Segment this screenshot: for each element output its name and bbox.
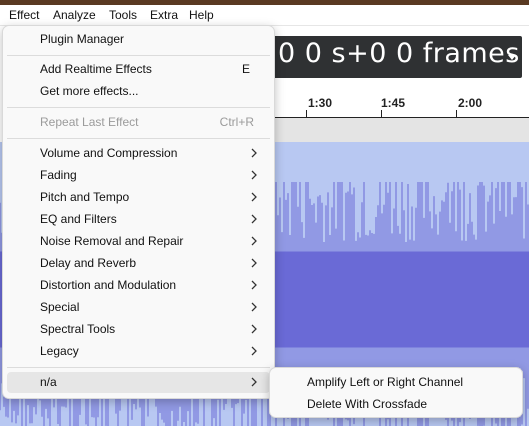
menu-separator [7,55,270,56]
menu-analyze[interactable]: Analyze [53,8,96,22]
menu-item-distortion-modulation[interactable]: Distortion and Modulation [7,275,270,296]
menu-item-fading[interactable]: Fading [7,165,270,186]
menu-item-label: Distortion and Modulation [40,278,177,292]
time-display[interactable]: 0 0 s+0 0 frames [272,36,522,78]
menu-extra[interactable]: Extra [150,8,178,22]
menu-item-label: Fading [40,168,77,182]
menu-item-volume-compression[interactable]: Volume and Compression [7,143,270,164]
chevron-right-icon [251,236,257,246]
menu-item-label: Delete With Crossfade [307,397,428,411]
menu-item-repeat-last-effect: Repeat Last Effect Ctrl+R [7,112,270,133]
chevron-right-icon [251,192,257,202]
na-submenu: Amplify Left or Right Channel Delete Wit… [269,367,523,418]
menu-separator [7,367,270,368]
menu-item-get-more-effects[interactable]: Get more effects... [7,81,270,102]
menu-item-delay-reverb[interactable]: Delay and Reverb [7,253,270,274]
menu-item-label: Noise Removal and Repair [40,234,184,248]
menu-item-label: Delay and Reverb [40,256,137,270]
menu-item-shortcut: E [241,62,250,76]
menu-item-noise-removal[interactable]: Noise Removal and Repair [7,231,270,252]
menu-item-delete-with-crossfade[interactable]: Delete With Crossfade [274,394,518,415]
chevron-right-icon [251,214,257,224]
ruler-tick-label: 1:45 [381,96,406,110]
chevron-right-icon [251,170,257,180]
menu-item-shortcut: Ctrl+R [219,115,254,129]
menu-item-label: Spectral Tools [40,322,116,336]
menu-item-label: n/a [40,375,57,389]
menu-item-add-realtime-effects[interactable]: Add Realtime Effects E [7,59,270,80]
menu-item-amplify-left-right[interactable]: Amplify Left or Right Channel [274,372,518,393]
menu-item-label: EQ and Filters [40,212,117,226]
time-display-text: 0 0 s+0 0 frames [278,38,520,69]
timeline-scrub-bar[interactable] [272,118,529,143]
effect-menu: Plugin Manager Add Realtime Effects E Ge… [2,25,275,399]
menu-item-plugin-manager[interactable]: Plugin Manager [7,29,270,50]
menu-bar: Effect Analyze Tools Extra Help [0,5,529,26]
timeline-ruler[interactable]: 1:30 1:45 2:00 [272,88,529,119]
chevron-right-icon [251,346,257,356]
chevron-down-icon[interactable] [508,55,516,60]
chevron-right-icon [251,377,257,387]
menu-item-na[interactable]: n/a [7,372,270,393]
menu-item-label: Add Realtime Effects [40,62,152,76]
menu-item-legacy[interactable]: Legacy [7,341,270,362]
menu-separator [7,138,270,139]
ruler-tick-label: 2:00 [458,96,483,110]
menu-item-label: Repeat Last Effect [40,115,139,129]
menu-item-spectral-tools[interactable]: Spectral Tools [7,319,270,340]
menu-item-label: Pitch and Tempo [40,190,130,204]
menu-item-label: Volume and Compression [40,146,178,160]
chevron-right-icon [251,280,257,290]
menu-item-label: Get more effects... [40,84,139,98]
menu-tools[interactable]: Tools [109,8,137,22]
menu-item-label: Legacy [40,344,79,358]
menu-item-label: Special [40,300,80,314]
menu-item-eq-filters[interactable]: EQ and Filters [7,209,270,230]
menu-item-special[interactable]: Special [7,297,270,318]
menu-item-label: Amplify Left or Right Channel [307,375,464,389]
menu-help[interactable]: Help [189,8,214,22]
menu-effect[interactable]: Effect [9,8,39,22]
menu-item-label: Plugin Manager [40,32,125,46]
chevron-right-icon [251,258,257,268]
chevron-right-icon [251,302,257,312]
ruler-tick-label: 1:30 [308,96,333,110]
menu-separator [7,107,270,108]
menu-item-pitch-tempo[interactable]: Pitch and Tempo [7,187,270,208]
chevron-right-icon [251,148,257,158]
chevron-right-icon [251,324,257,334]
